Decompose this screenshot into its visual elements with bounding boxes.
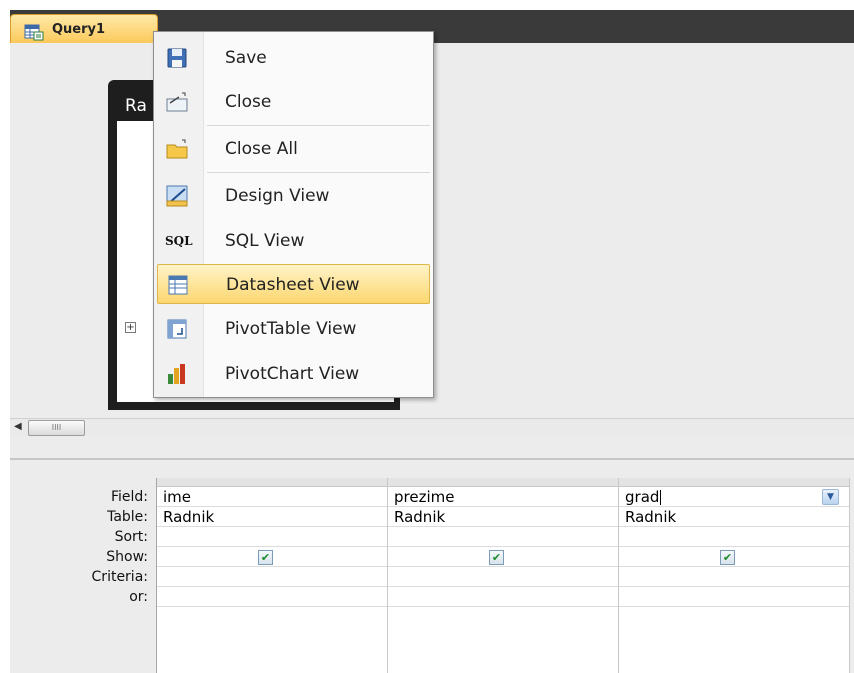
- menu-item-close-all[interactable]: Close All: [157, 129, 430, 169]
- pane-splitter[interactable]: [10, 436, 854, 460]
- expand-icon[interactable]: +: [125, 322, 136, 333]
- design-view-icon: [165, 184, 189, 208]
- menu-item-label: Save: [225, 48, 267, 68]
- grid-column: prezime Radnik ✔: [388, 478, 619, 673]
- sort-cell[interactable]: [157, 527, 387, 547]
- sql-view-icon: SQL: [165, 234, 193, 248]
- close-icon: [165, 90, 189, 114]
- close-all-icon: [165, 137, 189, 161]
- sort-cell[interactable]: [619, 527, 849, 547]
- table-cell[interactable]: Radnik: [619, 507, 849, 527]
- field-cell[interactable]: ime: [157, 487, 387, 507]
- row-label-sort: Sort:: [114, 529, 148, 545]
- table-field-list-title[interactable]: Ra: [125, 96, 147, 116]
- menu-item-label: SQL View: [225, 231, 305, 251]
- menu-item-label: Close All: [225, 139, 298, 159]
- pivottable-view-icon: [165, 317, 189, 341]
- show-cell: ✔: [619, 547, 849, 567]
- menu-item-close[interactable]: Close: [157, 82, 430, 122]
- column-selector[interactable]: [619, 478, 849, 487]
- criteria-cell[interactable]: [388, 567, 618, 587]
- menu-item-datasheet-view[interactable]: Datasheet View: [157, 264, 430, 304]
- tab-context-menu: Save Close Close All Design View SQL SQL…: [153, 31, 434, 398]
- query-design-grid: ime Radnik ✔ prezime Radnik ✔ grad ▼ Radn…: [156, 478, 854, 673]
- tab-label: Query1: [52, 22, 106, 37]
- text-caret: [660, 490, 662, 505]
- show-cell: ✔: [157, 547, 387, 567]
- menu-item-label: Design View: [225, 186, 330, 206]
- criteria-cell[interactable]: [619, 567, 849, 587]
- show-checkbox[interactable]: ✔: [489, 550, 504, 565]
- query-icon: [24, 23, 44, 45]
- grid-column: ime Radnik ✔: [157, 478, 388, 673]
- menu-item-sql-view[interactable]: SQL SQL View: [157, 221, 430, 261]
- or-cell[interactable]: [388, 587, 618, 607]
- datasheet-view-icon: [166, 273, 190, 297]
- menu-item-label: PivotTable View: [225, 319, 357, 339]
- row-label-or: or:: [129, 589, 148, 605]
- save-icon: [165, 46, 189, 70]
- menu-separator: [207, 172, 430, 173]
- menu-item-save[interactable]: Save: [157, 38, 430, 78]
- criteria-cell[interactable]: [157, 567, 387, 587]
- field-cell[interactable]: prezime: [388, 487, 618, 507]
- show-checkbox[interactable]: ✔: [720, 550, 735, 565]
- row-label-table: Table:: [107, 509, 148, 525]
- menu-item-label: Datasheet View: [226, 275, 360, 295]
- table-cell[interactable]: Radnik: [388, 507, 618, 527]
- column-selector[interactable]: [157, 478, 387, 487]
- grid-row-labels: Field: Table: Sort: Show: Criteria: or:: [10, 478, 156, 607]
- field-cell[interactable]: grad ▼: [619, 487, 849, 507]
- menu-item-pivotchart-view[interactable]: PivotChart View: [157, 354, 430, 394]
- menu-item-label: PivotChart View: [225, 364, 360, 384]
- scroll-thumb[interactable]: IIII: [28, 420, 85, 436]
- pivotchart-view-icon: [165, 362, 189, 386]
- menu-item-pivottable-view[interactable]: PivotTable View: [157, 309, 430, 349]
- table-cell[interactable]: Radnik: [157, 507, 387, 527]
- row-label-show: Show:: [106, 549, 148, 565]
- or-cell[interactable]: [619, 587, 849, 607]
- sort-cell[interactable]: [388, 527, 618, 547]
- scroll-left-arrow-icon[interactable]: ◀: [14, 421, 24, 433]
- column-selector[interactable]: [388, 478, 618, 487]
- horizontal-scrollbar[interactable]: [10, 418, 854, 436]
- or-cell[interactable]: [157, 587, 387, 607]
- dropdown-arrow-icon[interactable]: ▼: [822, 489, 839, 505]
- menu-item-label: Close: [225, 92, 272, 112]
- row-label-field: Field:: [110, 489, 148, 505]
- show-cell: ✔: [388, 547, 618, 567]
- row-label-criteria: Criteria:: [91, 569, 148, 585]
- menu-item-design-view[interactable]: Design View: [157, 176, 430, 216]
- field-cell-text: grad: [625, 488, 660, 506]
- grid-column: grad ▼ Radnik ✔: [619, 478, 850, 673]
- menu-separator: [207, 125, 430, 126]
- show-checkbox[interactable]: ✔: [258, 550, 273, 565]
